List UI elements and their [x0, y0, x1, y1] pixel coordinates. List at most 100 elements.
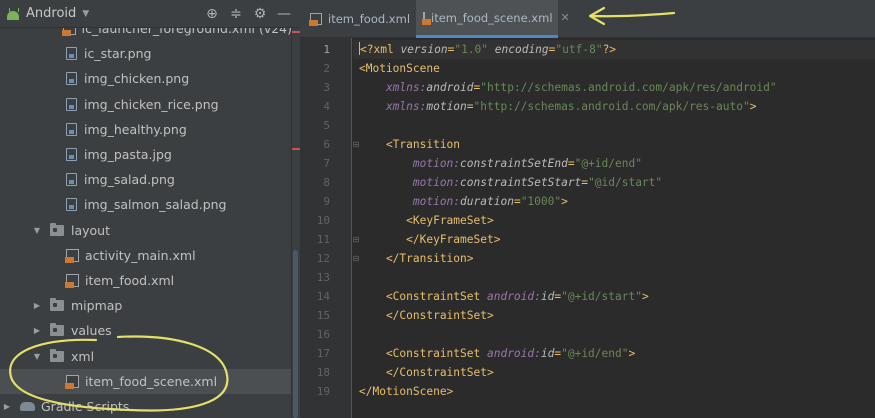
line-number: 1: [323, 43, 330, 56]
image-file-icon: [66, 198, 77, 212]
folder-icon: [50, 298, 64, 312]
error-marker: [292, 148, 300, 150]
code-token: constraintSetStart: [460, 176, 582, 189]
code-token: motion:: [359, 157, 461, 170]
xml-file-icon: [65, 248, 79, 263]
project-view-title: Android: [26, 6, 77, 21]
tree-item[interactable]: ▶ Gradle Scripts: [0, 394, 292, 418]
code-line: <Transition: [359, 135, 460, 154]
tree-item-label: img_healthy.png: [84, 121, 187, 137]
code-token: </MotionScene>: [359, 385, 454, 398]
code-token: =: [513, 195, 521, 208]
collapsed-arrow-icon[interactable]: ▶: [2, 402, 12, 411]
code-line: motion:constraintSetEnd="@+id/end": [359, 154, 642, 173]
tree-item-label: img_salmon_salad.png: [84, 197, 227, 213]
tree-item[interactable]: item_food.xml: [0, 268, 292, 293]
tree-item-label: img_salad.png: [84, 172, 175, 188]
expanded-arrow-icon[interactable]: ▼: [32, 352, 42, 361]
code-token: </KeyFrameSet>: [359, 233, 501, 246]
tree-item[interactable]: ic_star.png: [0, 41, 292, 66]
code-token: >: [641, 290, 649, 303]
code-token: >: [561, 195, 568, 208]
code-line: </KeyFrameSet>: [359, 230, 500, 249]
code-token: id: [540, 347, 555, 360]
tree-item[interactable]: ▶ mipmap: [0, 293, 292, 318]
close-icon[interactable]: ✕: [561, 11, 570, 24]
project-panel: ic_launcher_foreground.xml (v24) ic_star.…: [0, 0, 300, 418]
tab-label: item_food.xml: [328, 12, 411, 26]
code-editor: item_food.xml ✕ item_food_scene.xml ✕ 12…: [300, 0, 875, 418]
code-token: motion: [426, 100, 467, 113]
gear-icon[interactable]: ⚙: [248, 2, 272, 26]
code-area[interactable]: <?xml version="1.0" encoding="utf-8"?> <M…: [353, 38, 875, 418]
line-number: 10: [316, 214, 330, 227]
gradle-icon: [20, 402, 35, 411]
line-number: 7: [323, 157, 330, 170]
hide-panel-icon[interactable]: —: [272, 2, 296, 26]
collapsed-arrow-icon[interactable]: ▶: [32, 326, 42, 335]
code-token: "@+id/end": [574, 157, 642, 170]
project-panel-header: Android ▼ ⊕ ≑ ⚙ —: [0, 0, 300, 28]
code-token: "http://schemas.android.com/apk/res-auto…: [473, 100, 750, 113]
code-line: </ConstraintSet>: [359, 363, 494, 382]
locate-icon[interactable]: ⊕: [200, 2, 224, 26]
code-token: encoding: [494, 43, 549, 56]
code-token: <Transition: [359, 138, 461, 151]
tree-item[interactable]: img_chicken.png: [0, 66, 292, 91]
tree-item[interactable]: img_salmon_salad.png: [0, 192, 292, 217]
collapse-all-icon[interactable]: ≑: [224, 2, 248, 26]
tree-item[interactable]: activity_main.xml: [0, 243, 292, 268]
project-panel-scrollbar[interactable]: [293, 250, 298, 418]
line-number: 19: [316, 385, 330, 398]
code-line: <?xml version="1.0" encoding="utf-8"?>: [359, 40, 616, 59]
code-token: <ConstraintSet: [359, 290, 487, 303]
line-number: 9: [323, 195, 330, 208]
line-number: 4: [323, 100, 330, 113]
code-token: duration: [460, 195, 514, 208]
tree-item-label: img_chicken_rice.png: [84, 96, 219, 112]
project-view-selector[interactable]: Android ▼: [6, 6, 89, 21]
tree-item[interactable]: img_chicken_rice.png: [0, 92, 292, 117]
folder-icon: [50, 222, 64, 236]
tree-item-label: mipmap: [71, 298, 123, 314]
line-number: 5: [323, 119, 330, 132]
code-token: xmlns:: [359, 81, 427, 94]
code-token: </Transition>: [359, 252, 474, 265]
tab-item-food-scene[interactable]: item_food_scene.xml ✕: [416, 0, 570, 38]
tree-item[interactable]: ▼ xml: [0, 344, 292, 369]
code-token: ?>: [602, 43, 617, 56]
xml-file-icon: [422, 11, 431, 25]
line-number: 11: [316, 233, 330, 246]
collapsed-arrow-icon[interactable]: ▶: [32, 301, 42, 310]
line-number: 18: [316, 366, 330, 379]
code-line: </ConstraintSet>: [359, 306, 494, 325]
tree-item[interactable]: ▶ values: [0, 318, 292, 343]
code-token: >: [749, 100, 757, 113]
code-line: motion:constraintSetStart="@id/start": [359, 173, 662, 192]
line-number: 13: [316, 271, 330, 284]
tree-item-label: activity_main.xml: [85, 247, 196, 263]
tree-item-label: ic_star.png: [84, 46, 152, 62]
code-line: </MotionScene>: [359, 382, 453, 401]
code-token: android:: [486, 347, 541, 360]
code-token: constraintSetEnd: [460, 157, 568, 170]
tree-item[interactable]: img_healthy.png: [0, 117, 292, 142]
line-number-gutter: 1 2 3 4 5 6 7 8 9 10 11 12 13 14 15 16 17 18 19 ⊟ ⊟ ⊟: [300, 38, 359, 418]
code-token: <?: [360, 43, 374, 56]
code-token: </ConstraintSet>: [359, 366, 494, 379]
code-token: "1000": [520, 195, 562, 208]
tree-item[interactable]: item_food_scene.xml: [0, 368, 292, 394]
tree-item[interactable]: img_pasta.jpg: [0, 142, 292, 167]
code-token: motion:: [359, 195, 461, 208]
xml-file-icon: [309, 13, 322, 26]
line-number: 16: [316, 328, 330, 341]
code-token: =: [466, 100, 474, 113]
expanded-arrow-icon[interactable]: ▼: [32, 226, 42, 235]
code-token: <ConstraintSet: [359, 347, 487, 360]
line-number: 14: [316, 290, 330, 303]
tree-item-label: img_chicken.png: [84, 71, 190, 87]
chevron-down-icon: ▼: [82, 8, 90, 19]
image-file-icon: [66, 173, 77, 187]
tree-item[interactable]: img_salad.png: [0, 167, 292, 192]
tree-item[interactable]: ▼ layout: [0, 218, 292, 243]
